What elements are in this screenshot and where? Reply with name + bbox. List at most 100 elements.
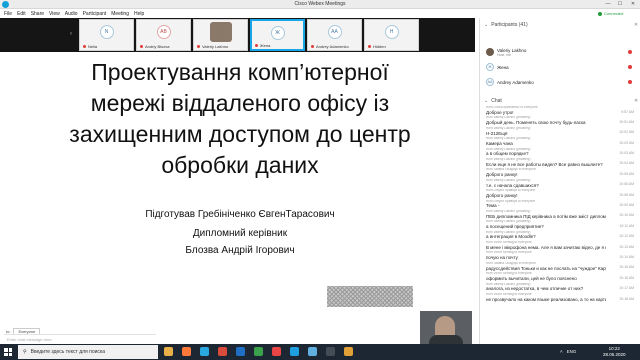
chat-text: ПЕБ дипломника ПІД керівника а потім вже…: [486, 213, 606, 219]
menu-meeting[interactable]: Meeting: [111, 11, 129, 17]
participant-name: Valeriy Lakhno: [497, 47, 527, 53]
chat-text: Тема -: [486, 203, 500, 209]
slide-author: Підготував Гребініченко ЄвгенТарасович: [145, 209, 335, 220]
thumbnail-name: Жена: [260, 42, 271, 48]
chevron-down-icon: ⌄: [484, 98, 489, 104]
chat-message: from Victor Semilig to everyone не прозву…: [486, 293, 638, 303]
maximize-icon[interactable]: ☐: [615, 1, 625, 7]
taskbar-app-icon[interactable]: [182, 347, 191, 356]
taskbar-app-icon[interactable]: [164, 347, 173, 356]
slide-title: Проектування комп’ютерної мережі віддале…: [40, 57, 440, 181]
chat-text: т.е. с начала сдавшихся?: [486, 182, 539, 188]
participant-row[interactable]: Valeriy Lakhno Host, me: [486, 46, 636, 58]
taskbar-app-icon[interactable]: [236, 347, 245, 356]
language-indicator[interactable]: ENG: [567, 349, 577, 354]
participant-row[interactable]: AA Andrey Adamenko: [486, 76, 636, 88]
chat-time: 10:05 AM: [619, 171, 634, 176]
chat-message: from Valeriy Lakhno (privately) т.е. с на…: [486, 179, 638, 189]
chat-text: Доброе утро!: [486, 109, 514, 115]
participants-header[interactable]: ⌄ Participants (41) ✕: [484, 22, 638, 28]
chat-time: 10:15 AM: [619, 265, 634, 270]
chat-time: 10:03 AM: [619, 151, 634, 156]
participant-info: Valeriy Lakhno Host, me: [497, 48, 526, 57]
menu-audio[interactable]: Audio: [65, 11, 78, 17]
taskbar-app-icon[interactable]: [200, 347, 209, 356]
chat-message: from Valeriy Lakhno (privately) а посещен…: [486, 220, 638, 230]
windows-start-icon[interactable]: [4, 348, 12, 356]
thumbnail-label: Nelia: [80, 43, 133, 49]
taskbar-search[interactable]: ⚲ Введите здесь текст для поиска: [18, 345, 158, 359]
chat-header[interactable]: ⌄ Chat ✕: [484, 98, 638, 104]
mute-icon[interactable]: [628, 50, 632, 54]
participant-thumbnail[interactable]: AB Andriy Blozva: [136, 19, 191, 51]
tray-up-icon[interactable]: ˄: [560, 349, 563, 354]
chat-message: from Valeriy Lakhno (privately) ПЕБ дипло…: [486, 210, 638, 220]
system-tray: ˄ ENG: [560, 349, 576, 354]
chat-message: from Valeriy Lakhno (privately) Добрый де…: [486, 116, 638, 126]
participant-row[interactable]: Ж Жена: [486, 61, 636, 73]
close-icon[interactable]: ✕: [628, 1, 638, 7]
taskbar-apps: [164, 347, 353, 356]
chat-message: from Valeriy Lakhno (privately) а в общем…: [486, 148, 638, 158]
chat-message: from Valeriy Lakhno (privately) Если еще …: [486, 158, 638, 168]
avatar: H: [384, 25, 399, 39]
participant-thumbnail[interactable]: H Hidden: [364, 19, 419, 51]
thumbnail-name: Andriy Blozva: [145, 43, 170, 49]
window-title: Cisco Webex Meetings: [294, 1, 346, 7]
chat-text: оформить вычитали, цей не було пояснено: [486, 276, 577, 282]
participant-thumbnail[interactable]: AA Andrey Adamenko: [307, 19, 362, 51]
participant-thumbnail[interactable]: Valeriy Lakhno: [193, 19, 248, 51]
menu-edit[interactable]: Edit: [17, 11, 26, 17]
menu-help[interactable]: Help: [134, 11, 144, 17]
taskbar-app-icon[interactable]: [218, 347, 227, 356]
connected-icon: [598, 11, 602, 16]
taskbar-app-icon[interactable]: [308, 347, 317, 356]
thumbnail-label: Andrey Adamenko: [308, 43, 361, 49]
menu-share[interactable]: Share: [31, 11, 44, 17]
taskbar-app-icon[interactable]: [290, 347, 299, 356]
chat-text: Камера чана: [486, 140, 513, 146]
mute-icon[interactable]: [628, 65, 632, 69]
menu-participant[interactable]: Participant: [83, 11, 107, 17]
taskbar: ⚲ Введите здесь текст для поиска ˄ ENG 1…: [0, 344, 640, 360]
participant-name: Andrey Adamenko: [497, 79, 534, 85]
close-chat-icon[interactable]: ✕: [634, 98, 638, 104]
chat-title: Chat: [491, 98, 502, 104]
menu-file[interactable]: File: [4, 11, 12, 17]
participants-title: Participants (41): [491, 22, 528, 28]
chat-time: 10:16 AM: [619, 275, 634, 280]
thumbnail-name: Andrey Adamenko: [316, 43, 349, 49]
chat-message: from Victor Semilig to everyone В мене і …: [486, 241, 638, 251]
menu-view[interactable]: View: [49, 11, 60, 17]
slide-title-line: захищенним доступом до центр: [69, 121, 411, 147]
thumbnail-name: Valeriy Lakhno: [202, 43, 229, 49]
mute-icon: [197, 44, 200, 48]
chat-text: радуссдействия Тоньки и как не послать н…: [486, 265, 606, 271]
mute-icon: [311, 44, 314, 48]
clock[interactable]: 10:22 28.05.2020: [603, 346, 626, 358]
avatar: [486, 48, 494, 56]
strip-prev-icon[interactable]: ‹: [70, 31, 72, 37]
chat-text: Доброго ранку!: [486, 172, 518, 178]
chat-time: 10:01 AM: [619, 119, 634, 124]
taskbar-app-icon[interactable]: [254, 347, 263, 356]
avatar: Ж: [270, 26, 285, 40]
self-view-video[interactable]: [420, 311, 472, 345]
minimize-icon[interactable]: —: [603, 1, 613, 7]
taskbar-app-icon[interactable]: [344, 347, 353, 356]
taskbar-app-icon[interactable]: [326, 347, 335, 356]
taskbar-app-icon[interactable]: [272, 347, 281, 356]
search-icon: ⚲: [23, 349, 27, 355]
chat-time: 10:02 AM: [619, 130, 634, 135]
mute-icon: [255, 43, 258, 47]
chat-text: Н-212Ещё: [486, 130, 508, 136]
thumbnail-label: Жена: [252, 42, 303, 48]
close-panel-icon[interactable]: ✕: [634, 22, 638, 28]
participant-thumbnail[interactable]: N Nelia: [79, 19, 134, 51]
chat-text: В мене і мікрофона нема. Але я вам зачит…: [486, 244, 606, 250]
search-placeholder: Введите здесь текст для поиска: [30, 349, 105, 355]
slide-supervisor-label: Дипломний керівник: [192, 228, 288, 239]
mute-icon[interactable]: [628, 80, 632, 84]
participant-thumbnail-active[interactable]: Ж Жена: [250, 19, 305, 51]
chat-input[interactable]: Enter chat message here: [4, 334, 156, 343]
